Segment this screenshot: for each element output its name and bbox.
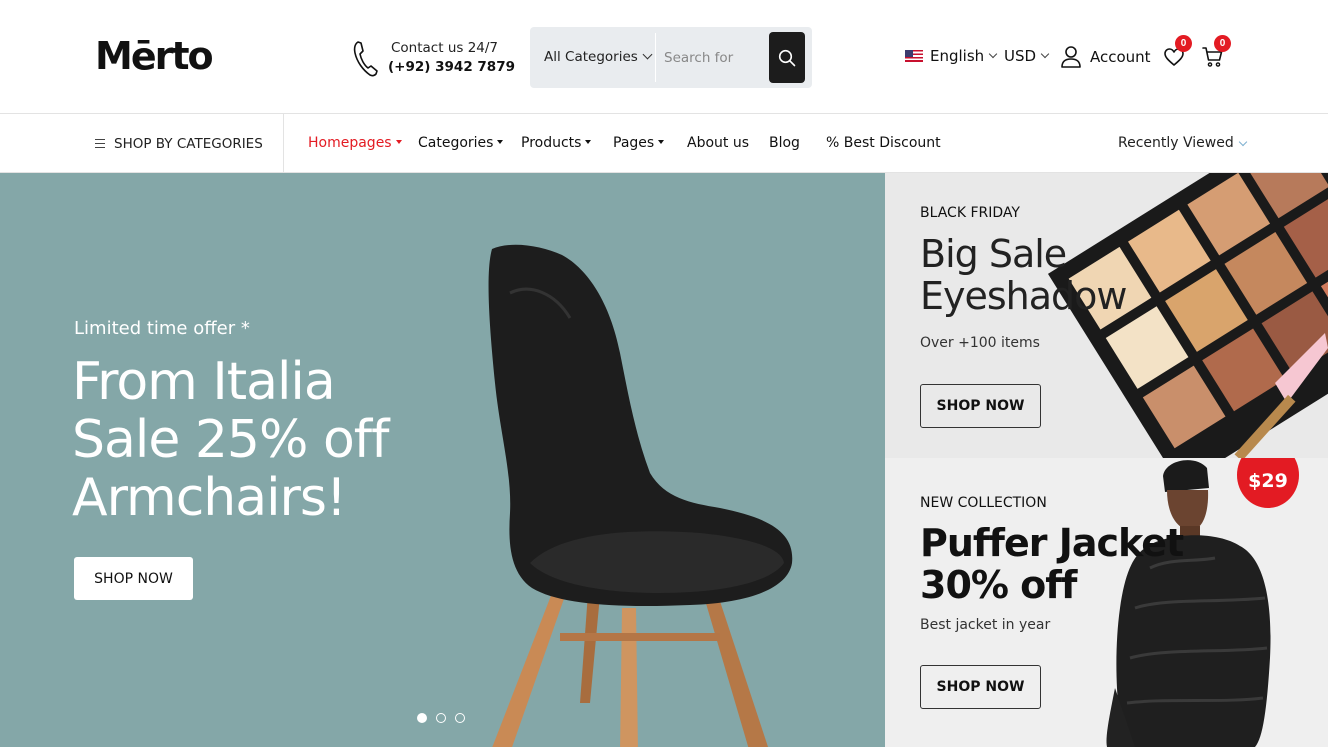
divider xyxy=(655,33,656,82)
shop-by-categories-label: SHOP BY CATEGORIES xyxy=(114,135,263,152)
hero-title: From Italia Sale 25% off Armchairs! xyxy=(72,353,452,527)
banner-title-line: Eyeshadow xyxy=(920,274,1127,318)
chevron-down-icon xyxy=(1040,49,1050,59)
language-label: English xyxy=(930,47,985,65)
recently-viewed-dropdown[interactable]: Recently Viewed xyxy=(1118,114,1247,173)
phone-icon xyxy=(353,41,378,77)
hero-shop-now-button[interactable]: SHOP NOW xyxy=(74,557,193,600)
banner-title-line: Puffer Jacket xyxy=(920,521,1184,565)
account-link[interactable]: Account xyxy=(1060,45,1151,69)
hero-slider: Limited time offer * From Italia Sale 25… xyxy=(0,173,885,747)
hero-tagline: Limited time offer * xyxy=(74,318,250,339)
main-nav: SHOP BY CATEGORIES Homepages Categories … xyxy=(0,114,1328,173)
hero-title-line: Sale 25% off xyxy=(72,410,389,470)
search-input[interactable] xyxy=(664,43,764,73)
shop-by-categories-button[interactable]: SHOP BY CATEGORIES xyxy=(95,114,263,173)
nav-item-about-us[interactable]: About us xyxy=(687,114,749,173)
banner-tag: BLACK FRIDAY xyxy=(920,205,1020,221)
nav-item-categories[interactable]: Categories xyxy=(418,114,504,173)
cart-count-badge: 0 xyxy=(1214,35,1231,52)
nav-item-label: Categories xyxy=(418,135,494,151)
nav-item-label: Homepages xyxy=(308,135,392,151)
search-category-select[interactable]: All Categories xyxy=(544,27,653,88)
banner-subtitle: Over +100 items xyxy=(920,335,1040,351)
currency-label: USD xyxy=(1004,47,1037,65)
chevron-down-icon xyxy=(1238,137,1247,147)
banner-title: Big Sale Eyeshadow xyxy=(920,233,1127,317)
caret-down-icon xyxy=(658,140,665,144)
nav-item-label: Products xyxy=(521,135,582,151)
nav-item-label: Pages xyxy=(613,135,655,151)
banner-title: Puffer Jacket 30% off xyxy=(920,521,1184,607)
hero-title-line: Armchairs! xyxy=(72,468,347,528)
search-icon xyxy=(778,49,796,66)
banner-title-line: Big Sale xyxy=(920,232,1067,276)
banner-tag: NEW COLLECTION xyxy=(920,495,1047,511)
account-label: Account xyxy=(1090,48,1151,66)
language-select[interactable]: English xyxy=(905,47,998,65)
us-flag-icon xyxy=(905,50,923,62)
caret-down-icon xyxy=(585,140,592,144)
nav-item-products[interactable]: Products xyxy=(521,114,592,173)
chair-image xyxy=(488,244,793,747)
banner-shop-now-button[interactable]: SHOP NOW xyxy=(920,665,1041,709)
banner-title-line: 30% off xyxy=(920,563,1077,607)
wishlist-button[interactable]: 0 xyxy=(1163,35,1192,73)
slider-dot[interactable] xyxy=(455,713,465,723)
currency-select[interactable]: USD xyxy=(1004,47,1050,65)
nav-item-pages[interactable]: Pages xyxy=(613,114,665,173)
chevron-down-icon xyxy=(642,49,653,60)
puffer-jacket-banner: $29 NEW COLLECTION Puffer Jacket 30% off… xyxy=(885,458,1328,747)
nav-item-best-discount[interactable]: % Best Discount xyxy=(826,114,941,173)
caret-down-icon xyxy=(395,140,402,144)
wishlist-count-badge: 0 xyxy=(1175,35,1192,52)
menu-icon xyxy=(95,139,105,148)
contact-label: Contact us 24/7 xyxy=(391,40,499,56)
search-category-label: All Categories xyxy=(544,49,638,65)
eyeshadow-banner: BLACK FRIDAY Big Sale Eyeshadow Over +10… xyxy=(885,173,1328,458)
slider-dot[interactable] xyxy=(436,713,446,723)
contact-info: Contact us 24/7 (+92) 3942 7879 xyxy=(352,38,515,78)
divider xyxy=(283,114,284,173)
banner-shop-now-button[interactable]: SHOP NOW xyxy=(920,384,1041,428)
recently-viewed-label: Recently Viewed xyxy=(1118,135,1234,151)
banner-subtitle: Best jacket in year xyxy=(920,617,1051,633)
user-icon xyxy=(1061,46,1081,68)
chevron-down-icon xyxy=(988,49,998,59)
hero-title-line: From Italia xyxy=(72,352,336,412)
caret-down-icon xyxy=(497,140,504,144)
nav-item-blog[interactable]: Blog xyxy=(769,114,800,173)
slider-pagination xyxy=(417,713,465,723)
slider-dot[interactable] xyxy=(417,713,427,723)
contact-phone[interactable]: (+92) 3942 7879 xyxy=(388,58,515,77)
site-logo[interactable]: Mērto xyxy=(95,34,214,78)
cart-button[interactable]: 0 xyxy=(1202,35,1231,73)
search-box: All Categories xyxy=(530,27,812,88)
top-header: Mērto Contact us 24/7 (+92) 3942 7879 Al… xyxy=(0,0,1328,114)
search-button[interactable] xyxy=(769,32,805,83)
nav-item-homepages[interactable]: Homepages xyxy=(308,114,402,173)
